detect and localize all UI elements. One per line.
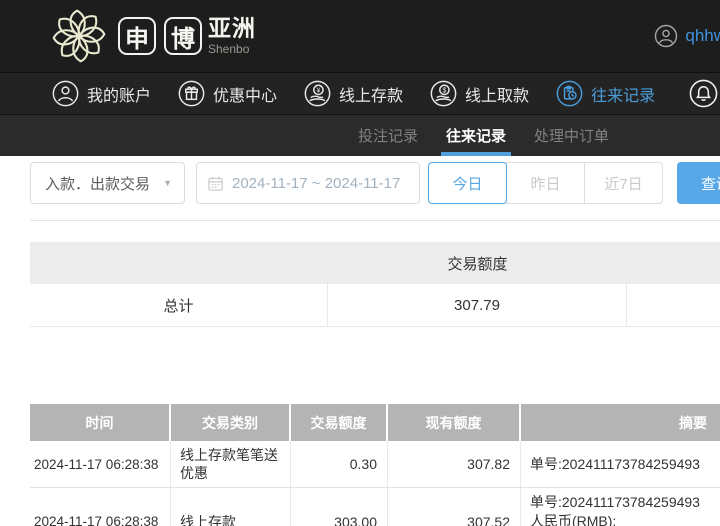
tab-transaction-records[interactable]: 往来记录 bbox=[441, 115, 512, 156]
user-account[interactable]: qhhw bbox=[654, 24, 720, 48]
yesterday-button[interactable]: 昨日 bbox=[506, 162, 585, 204]
col-summary: 摘要 bbox=[679, 414, 707, 431]
nav-label: 我的账户 bbox=[87, 87, 152, 105]
summary-line: 单号:202411173784259493 bbox=[530, 455, 700, 472]
calendar-icon bbox=[208, 176, 223, 191]
nav-label: 线上取款 bbox=[465, 87, 530, 105]
date-range-value: 2024-11-17 ~ 2024-11-17 bbox=[232, 174, 401, 192]
cell-type: 线上存款 bbox=[171, 488, 291, 526]
summary-total-label: 总计 bbox=[30, 284, 328, 326]
nav-transaction-records[interactable]: 往来记录 bbox=[556, 80, 655, 107]
chevron-down-icon: ▼ bbox=[163, 178, 172, 188]
summary-header-empty bbox=[627, 242, 720, 284]
transactions-table: 时间 交易类别 交易额度 现有额度 摘要 2024-11-17 06:28:38… bbox=[30, 404, 720, 526]
logo-region-text: 亚洲 bbox=[208, 15, 256, 41]
user-icon bbox=[52, 80, 79, 107]
search-button[interactable]: 查询 bbox=[677, 162, 720, 204]
col-amount: 交易额度 bbox=[291, 404, 388, 441]
nav-promotions[interactable]: 优惠中心 bbox=[178, 80, 277, 107]
summary-total-row: 总计 307.79 bbox=[30, 284, 720, 327]
gift-icon bbox=[178, 80, 205, 107]
avatar-icon bbox=[655, 24, 678, 48]
today-button[interactable]: 今日 bbox=[428, 162, 507, 204]
username: qhhw bbox=[685, 26, 720, 45]
summary-table: 交易额度 总计 307.79 bbox=[30, 242, 720, 327]
summary-header-row: 交易额度 bbox=[30, 242, 720, 284]
svg-text:¥: ¥ bbox=[316, 87, 320, 94]
nav-online-deposit[interactable]: ¥ 线上存款 bbox=[304, 80, 403, 107]
page: 申 博 亚洲 Shenbo qhhw 我的账户 优惠中心 ¥ 线上存款 $ 线上… bbox=[0, 0, 720, 526]
cell-balance: 307.52 bbox=[388, 488, 521, 526]
notification-bell[interactable] bbox=[689, 79, 718, 108]
date-range-input[interactable]: 2024-11-17 ~ 2024-11-17 bbox=[196, 162, 420, 204]
summary-header-empty bbox=[30, 242, 328, 284]
cell-time: 2024-11-17 06:28:38 bbox=[30, 488, 171, 526]
cell-time: 2024-11-17 06:28:38 bbox=[30, 441, 171, 487]
record-tabs: 投注记录 往来记录 处理中订单 bbox=[0, 115, 720, 156]
divider bbox=[30, 220, 720, 221]
nav-label: 往来记录 bbox=[591, 87, 656, 105]
top-header: 申 博 亚洲 Shenbo qhhw bbox=[0, 0, 720, 72]
cell-amount: 303.00 bbox=[291, 488, 388, 526]
logo-subtitle: Shenbo bbox=[208, 42, 250, 56]
flower-logo-icon bbox=[52, 9, 106, 63]
nav-label: 线上存款 bbox=[339, 87, 404, 105]
dropdown-value: 入款．出款交易 bbox=[45, 175, 151, 193]
logo-char-bo: 博 bbox=[164, 17, 202, 55]
last7days-button[interactable]: 近7日 bbox=[584, 162, 663, 204]
withdraw-icon: $ bbox=[430, 80, 457, 107]
nav-label: 优惠中心 bbox=[213, 87, 278, 105]
table-row: 2024-11-17 06:28:38 线上存款 303.00 307.52 单… bbox=[30, 488, 720, 526]
col-type: 交易类别 bbox=[171, 404, 291, 441]
tab-bet-records[interactable]: 投注记录 bbox=[353, 115, 423, 156]
quick-date-buttons: 今日 昨日 近7日 bbox=[428, 162, 663, 204]
bell-icon bbox=[689, 79, 718, 108]
cell-summary: 单号:202411173784259493 bbox=[521, 441, 720, 487]
records-icon bbox=[556, 80, 583, 107]
filter-row: 入款．出款交易 ▼ 2024-11-17 ~ 2024-11-17 今日 昨日 … bbox=[30, 162, 720, 204]
table-header-row: 时间 交易类别 交易额度 现有额度 摘要 bbox=[30, 404, 720, 441]
col-time: 时间 bbox=[30, 404, 171, 441]
cell-amount: 0.30 bbox=[291, 441, 388, 487]
summary-line: 人民币(RMB): bbox=[530, 513, 617, 526]
nav-my-account[interactable]: 我的账户 bbox=[52, 80, 151, 107]
summary-line: 单号:202411173784259493 bbox=[530, 494, 700, 510]
summary-header-amount: 交易额度 bbox=[447, 255, 508, 273]
col-balance: 现有额度 bbox=[388, 404, 521, 441]
main-nav: 我的账户 优惠中心 ¥ 线上存款 $ 线上取款 往来记录 bbox=[0, 72, 720, 115]
deposit-icon: ¥ bbox=[304, 80, 331, 107]
summary-total-value: 307.79 bbox=[328, 284, 627, 326]
table-row: 2024-11-17 06:28:38 线上存款笔笔送优惠 0.30 307.8… bbox=[30, 441, 720, 488]
cell-type: 线上存款笔笔送优惠 bbox=[171, 441, 291, 487]
tab-pending-orders[interactable]: 处理中订单 bbox=[529, 115, 614, 156]
nav-online-withdrawal[interactable]: $ 线上取款 bbox=[430, 80, 529, 107]
transaction-type-dropdown[interactable]: 入款．出款交易 ▼ bbox=[30, 162, 185, 204]
cell-balance: 307.82 bbox=[388, 441, 521, 487]
svg-text:$: $ bbox=[443, 87, 447, 94]
cell-summary: 单号:202411173784259493 人民币(RMB): 303 bbox=[521, 488, 720, 526]
site-logo[interactable]: 申 博 亚洲 Shenbo bbox=[48, 6, 256, 66]
summary-empty-cell bbox=[627, 284, 720, 326]
logo-char-shen: 申 bbox=[118, 17, 156, 55]
